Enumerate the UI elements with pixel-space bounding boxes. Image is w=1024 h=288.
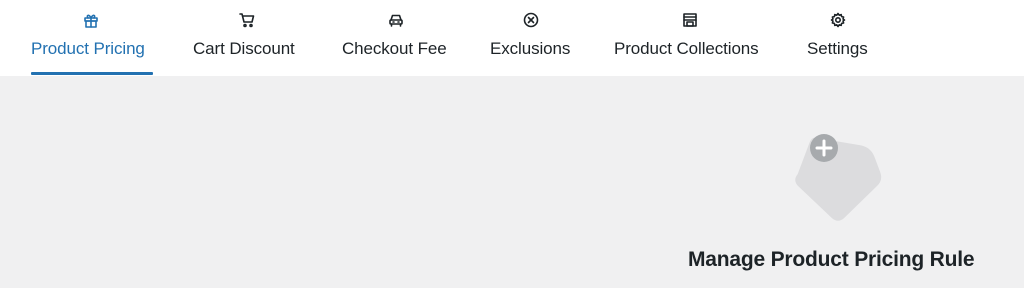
tab-label: Exclusions — [490, 39, 571, 58]
gift-icon — [82, 11, 100, 29]
tab-product-collections[interactable]: Product Collections — [614, 0, 763, 76]
car-icon — [387, 11, 405, 29]
tab-label: Settings — [807, 39, 868, 58]
tab-exclusions[interactable]: Exclusions — [490, 0, 570, 76]
gear-icon — [829, 11, 847, 29]
tab-settings[interactable]: Settings — [807, 0, 869, 76]
tab-product-pricing[interactable]: Product Pricing — [31, 0, 153, 76]
tab-label: Cart Discount — [193, 39, 295, 58]
main-content: Manage Product Pricing Rule — [0, 76, 1024, 288]
active-tab-indicator — [31, 72, 153, 75]
tab-label: Checkout Fee — [342, 39, 447, 58]
empty-state-title: Manage Product Pricing Rule — [688, 248, 975, 271]
tab-label: Product Pricing — [31, 39, 145, 58]
cart-icon — [238, 11, 256, 29]
tab-checkout-fee[interactable]: Checkout Fee — [342, 0, 447, 76]
store-icon — [681, 11, 699, 29]
circle-x-icon — [522, 11, 540, 29]
tab-cart-discount[interactable]: Cart Discount — [193, 0, 298, 76]
tab-bar: Product Pricing Cart Discount Checkout F… — [0, 0, 1024, 76]
price-tag-icon — [790, 132, 890, 232]
tab-label: Product Collections — [614, 39, 759, 58]
